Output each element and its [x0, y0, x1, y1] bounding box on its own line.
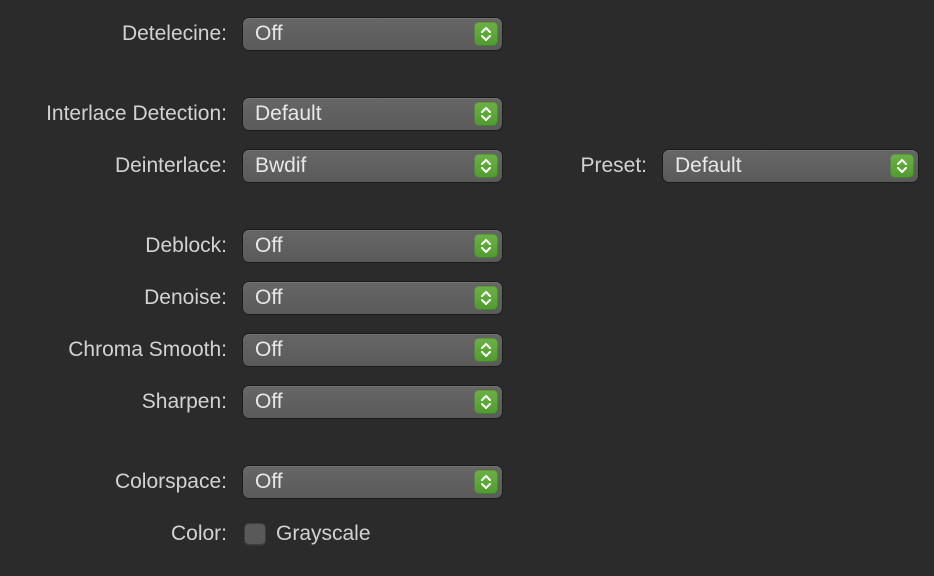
detelecine-popup[interactable]: Off [243, 18, 502, 50]
chevron-up-down-icon [474, 234, 498, 258]
interlace-detection-value: Default [255, 102, 322, 125]
detelecine-label: Detelecine: [121, 22, 227, 45]
deinterlace-row: Deinterlace: Bwdif Preset: Default [0, 150, 934, 182]
sharpen-row: Sharpen: Off [0, 386, 934, 418]
preset-value: Default [675, 154, 742, 177]
color-label: Color: [170, 522, 227, 545]
preset-label: Preset: [580, 154, 647, 177]
deinterlace-value: Bwdif [255, 154, 307, 177]
color-row: Color: Grayscale [0, 518, 934, 550]
grayscale-checkbox[interactable] [244, 523, 266, 545]
chevron-up-down-icon [474, 470, 498, 494]
sharpen-popup[interactable]: Off [243, 386, 502, 418]
sharpen-label: Sharpen: [141, 390, 227, 413]
colorspace-popup[interactable]: Off [243, 466, 502, 498]
detelecine-value: Off [255, 22, 283, 45]
deblock-row: Deblock: Off [0, 230, 934, 262]
deblock-label: Deblock: [145, 234, 227, 257]
interlace-detection-label: Interlace Detection: [46, 102, 227, 125]
detelecine-row: Detelecine: Off [0, 18, 934, 50]
chevron-up-down-icon [890, 154, 914, 178]
chevron-up-down-icon [474, 286, 498, 310]
chroma-smooth-row: Chroma Smooth: Off [0, 334, 934, 366]
interlace-detection-popup[interactable]: Default [243, 98, 502, 130]
filters-panel: Detelecine: Off Interlace Detection: Def… [0, 0, 934, 576]
chevron-up-down-icon [474, 390, 498, 414]
colorspace-label: Colorspace: [114, 470, 227, 493]
preset-popup[interactable]: Default [663, 150, 918, 182]
denoise-label: Denoise: [144, 286, 227, 309]
chevron-up-down-icon [474, 154, 498, 178]
chevron-up-down-icon [474, 102, 498, 126]
chevron-up-down-icon [474, 338, 498, 362]
deinterlace-label: Deinterlace: [114, 154, 227, 177]
grayscale-checkbox-label[interactable]: Grayscale [276, 518, 371, 550]
chroma-smooth-label: Chroma Smooth: [68, 338, 227, 361]
chevron-up-down-icon [474, 22, 498, 46]
chroma-smooth-value: Off [255, 338, 283, 361]
interlace-detection-row: Interlace Detection: Default [0, 98, 934, 130]
denoise-row: Denoise: Off [0, 282, 934, 314]
denoise-popup[interactable]: Off [243, 282, 502, 314]
colorspace-value: Off [255, 470, 283, 493]
sharpen-value: Off [255, 390, 283, 413]
deblock-value: Off [255, 234, 283, 257]
denoise-value: Off [255, 286, 283, 309]
colorspace-row: Colorspace: Off [0, 466, 934, 498]
deinterlace-popup[interactable]: Bwdif [243, 150, 502, 182]
deblock-popup[interactable]: Off [243, 230, 502, 262]
chroma-smooth-popup[interactable]: Off [243, 334, 502, 366]
